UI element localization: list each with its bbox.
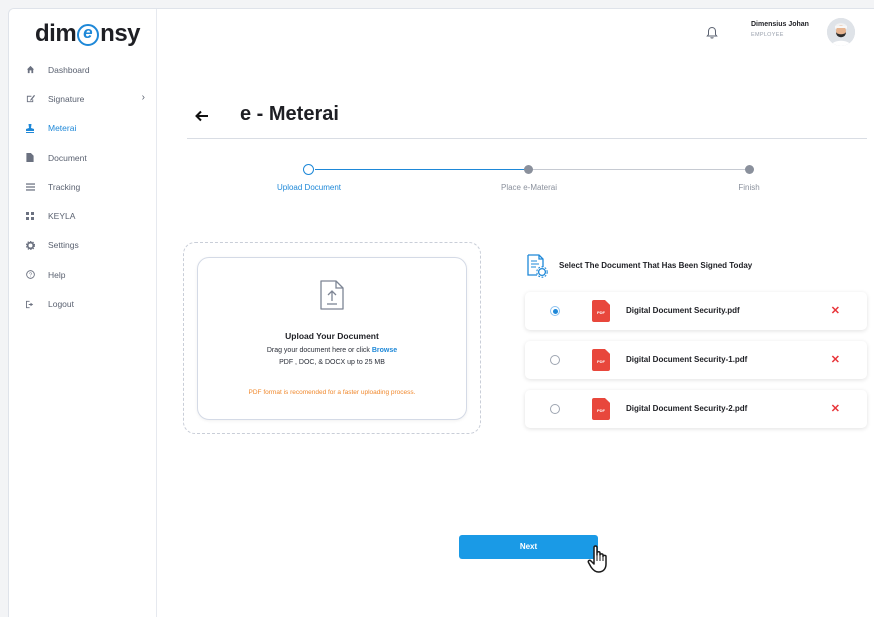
pdf-badge-label: PDF	[597, 359, 605, 364]
step-dot-place[interactable]	[524, 165, 533, 174]
step-dot-finish[interactable]	[745, 165, 754, 174]
pdf-badge-label: PDF	[597, 408, 605, 413]
help-icon: ?	[25, 270, 35, 280]
page-title: e - Meterai	[240, 103, 339, 125]
sidebar-nav: Dashboard Signature › Meterai Document T…	[9, 55, 157, 319]
sidebar-item-tracking[interactable]: Tracking	[9, 172, 157, 201]
home-icon	[25, 65, 35, 75]
grid-icon	[25, 211, 35, 221]
document-row[interactable]: PDF Digital Document Security-1.pdf ✕	[525, 341, 867, 379]
sidebar-item-label: Logout	[48, 299, 74, 310]
document-radio[interactable]	[550, 306, 560, 316]
sidebar-item-dashboard[interactable]: Dashboard	[9, 55, 157, 84]
stepper-line-completed	[315, 169, 528, 170]
gear-icon	[25, 240, 35, 250]
step-label-upload[interactable]: Upload Document	[249, 183, 369, 192]
documents-heading: Select The Document That Has Been Signed…	[559, 261, 753, 270]
document-row[interactable]: PDF Digital Document Security.pdf ✕	[525, 292, 867, 330]
sidebar-item-keyla[interactable]: KEYLA	[9, 201, 157, 230]
remove-icon[interactable]: ✕	[831, 402, 840, 415]
document-row[interactable]: PDF Digital Document Security-2.pdf ✕	[525, 390, 867, 428]
sidebar-item-logout[interactable]: Logout	[9, 289, 157, 318]
pdf-file-icon: PDF	[592, 398, 610, 420]
stepper-line-pending	[528, 169, 749, 170]
sidebar-item-label: Dashboard	[48, 64, 90, 75]
sidebar-item-label: Signature	[48, 93, 85, 104]
sidebar: dimnsy Dashboard Signature › Metera	[9, 9, 157, 617]
upload-title: Upload Your Document	[285, 331, 379, 341]
sidebar-item-meterai[interactable]: Meterai	[9, 114, 157, 143]
step-label-place[interactable]: Place e-Materai	[469, 183, 589, 192]
divider	[187, 138, 867, 139]
step-dot-upload[interactable]	[303, 164, 314, 175]
sidebar-item-label: Meterai	[48, 123, 77, 134]
pdf-file-icon: PDF	[592, 300, 610, 322]
remove-icon[interactable]: ✕	[831, 353, 840, 366]
remove-icon[interactable]: ✕	[831, 304, 840, 317]
document-name: Digital Document Security-2.pdf	[626, 404, 748, 413]
list-icon	[25, 182, 35, 192]
sidebar-item-label: Help	[48, 269, 66, 280]
sidebar-item-signature[interactable]: Signature ›	[9, 84, 157, 113]
stamp-icon	[25, 123, 35, 134]
browse-link[interactable]: Browse	[372, 347, 397, 354]
hand-cursor-icon	[587, 545, 607, 573]
upload-instruction-text: Drag your document here or click	[266, 347, 370, 354]
document-radio[interactable]	[550, 355, 560, 365]
sidebar-item-document[interactable]: Document	[9, 143, 157, 172]
sidebar-item-settings[interactable]: Settings	[9, 231, 157, 260]
pdf-badge-label: PDF	[597, 310, 605, 315]
upload-instruction: Drag your document here or click Browse	[197, 347, 467, 354]
upload-file-icon	[320, 280, 344, 310]
sidebar-item-label: Settings	[48, 240, 79, 251]
user-role: EMPLOYEE	[751, 32, 784, 38]
pen-icon	[25, 94, 35, 104]
user-name: Dimensius Johan	[751, 21, 809, 28]
sidebar-item-label: Tracking	[48, 181, 81, 192]
file-icon	[25, 153, 35, 163]
avatar[interactable]	[827, 18, 855, 46]
pdf-file-icon: PDF	[592, 349, 610, 371]
bell-icon[interactable]	[705, 26, 719, 40]
sidebar-item-help[interactable]: ? Help	[9, 260, 157, 289]
sidebar-item-label: KEYLA	[48, 211, 76, 222]
upload-note: PDF format is recomended for a faster up…	[248, 389, 416, 396]
step-label-finish[interactable]: Finish	[689, 183, 809, 192]
next-button[interactable]: Next	[459, 535, 598, 559]
app-window: dimnsy Dashboard Signature › Metera	[8, 8, 874, 617]
upload-formats: PDF , DOC, & DOCX up to 25 MB	[279, 359, 385, 366]
chevron-right-icon: ›	[141, 92, 145, 104]
back-arrow-icon[interactable]	[195, 106, 209, 127]
document-radio[interactable]	[550, 404, 560, 414]
dimensy-logo[interactable]: dimnsy	[35, 20, 141, 48]
logout-icon	[25, 299, 35, 309]
document-name: Digital Document Security.pdf	[626, 306, 740, 315]
document-settings-icon	[527, 254, 548, 278]
sidebar-item-label: Document	[48, 152, 87, 163]
document-name: Digital Document Security-1.pdf	[626, 355, 748, 364]
